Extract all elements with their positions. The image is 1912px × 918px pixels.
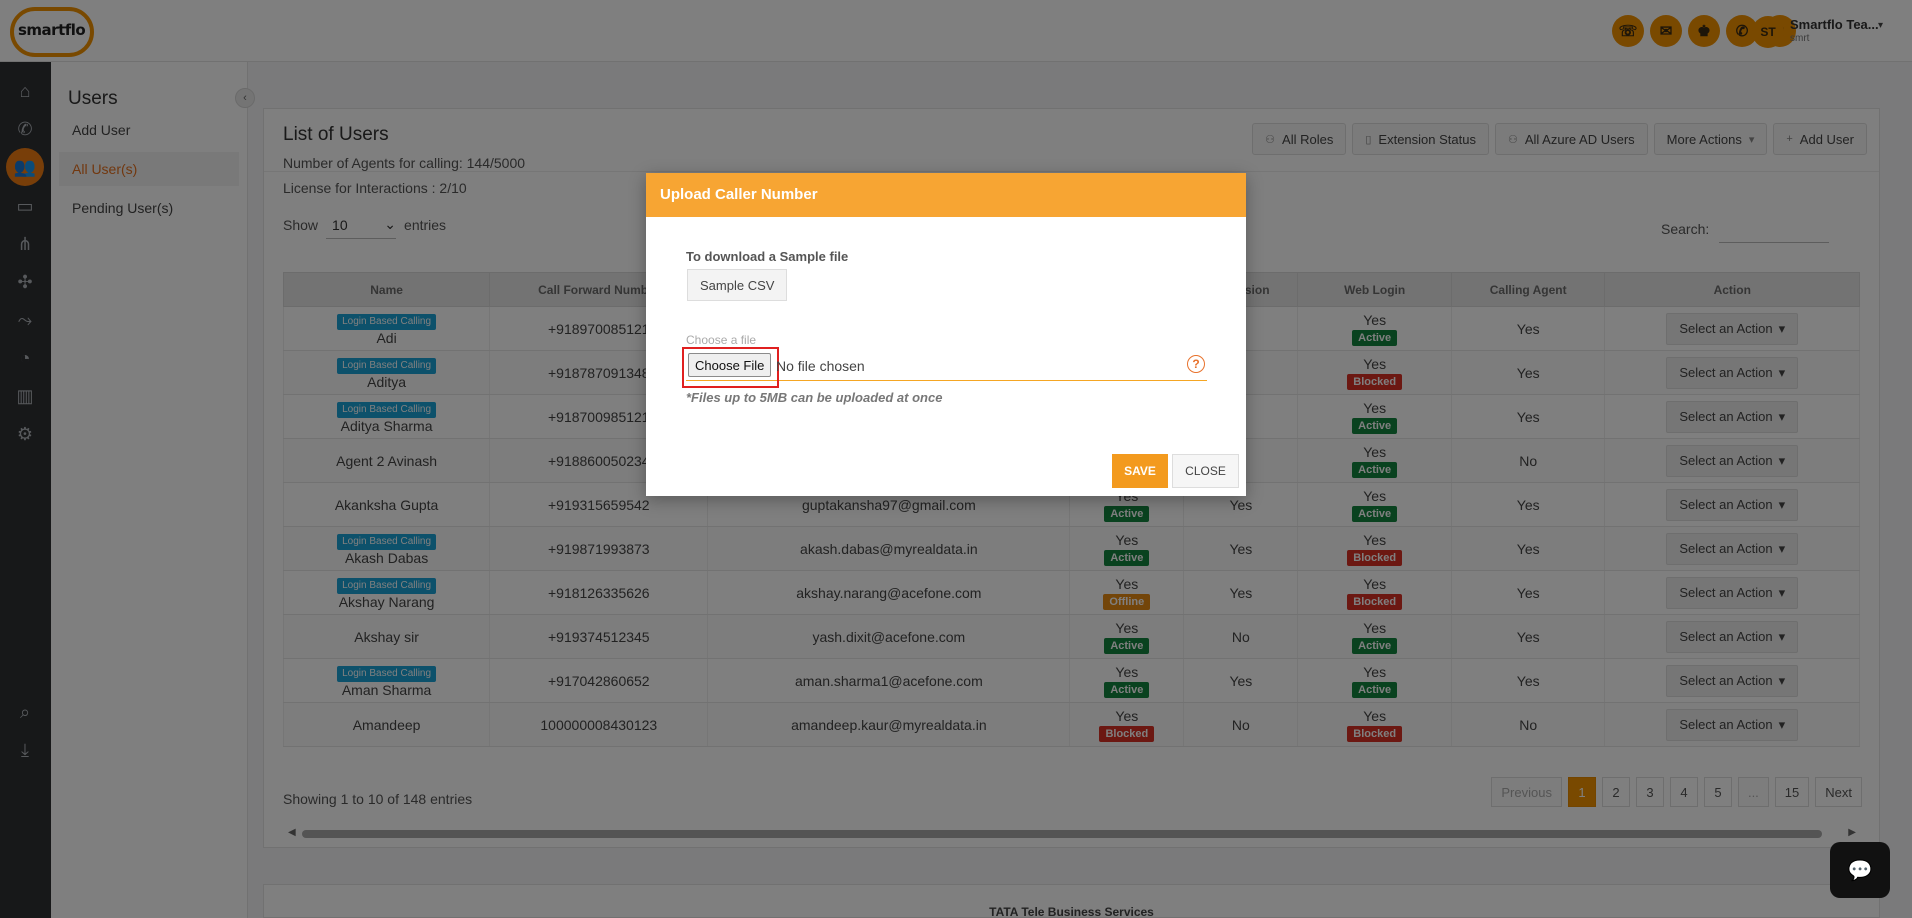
sample-file-label: To download a Sample file bbox=[686, 249, 849, 264]
close-button[interactable]: CLOSE bbox=[1172, 454, 1239, 488]
choose-file-label: Choose a file bbox=[686, 333, 757, 347]
save-button[interactable]: SAVE bbox=[1112, 454, 1168, 488]
chat-icon[interactable]: 💬 bbox=[1830, 842, 1890, 898]
file-size-note: *Files up to 5MB can be uploaded at once bbox=[686, 390, 943, 405]
help-icon[interactable]: ? bbox=[1187, 355, 1205, 373]
choose-file-button[interactable]: Choose File bbox=[688, 353, 772, 377]
sample-csv-button[interactable]: Sample CSV bbox=[687, 269, 788, 301]
upload-caller-number-modal: Upload Caller Number To download a Sampl… bbox=[646, 173, 1246, 496]
file-status: No file chosen bbox=[776, 358, 865, 374]
file-input-field[interactable]: Choose File No file chosen ? bbox=[682, 347, 1207, 388]
modal-title: Upload Caller Number bbox=[646, 173, 1246, 217]
